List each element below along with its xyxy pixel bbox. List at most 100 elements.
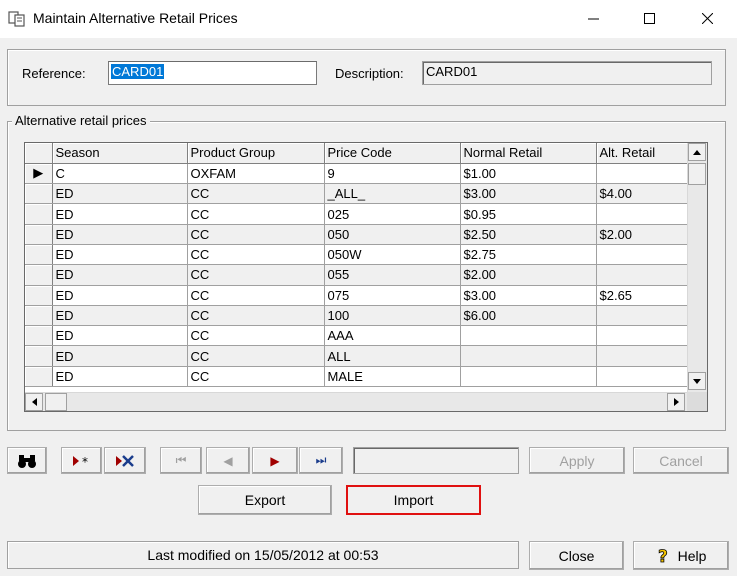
horizontal-scrollbar[interactable] [25, 392, 687, 411]
cell-alt-retail[interactable] [596, 163, 688, 185]
table-row[interactable]: ED CC 050 $2.50 $2.00 [25, 224, 688, 245]
import-button[interactable]: Import [346, 485, 481, 515]
table-row[interactable]: ED CC 100 $6.00 [25, 305, 688, 327]
table-row[interactable]: ED CC AAA [25, 325, 688, 347]
cell-season[interactable]: ED [52, 183, 188, 205]
scroll-left-button[interactable] [25, 393, 43, 411]
cell-season[interactable]: ED [52, 366, 188, 388]
row-indicator[interactable] [25, 285, 53, 306]
row-indicator[interactable] [25, 183, 53, 205]
cell-product-group[interactable]: CC [187, 285, 325, 306]
cell-alt-retail[interactable] [596, 325, 688, 347]
cell-product-group[interactable]: CC [187, 183, 325, 205]
reference-field[interactable]: CARD01 [108, 61, 317, 85]
find-button[interactable] [7, 447, 47, 474]
cell-product-group[interactable]: CC [187, 305, 325, 327]
row-indicator[interactable]: ▶ [25, 163, 53, 185]
cell-normal-retail[interactable]: $2.75 [460, 244, 597, 266]
cell-season[interactable]: ED [52, 224, 188, 245]
table-row[interactable]: ED CC 055 $2.00 [25, 264, 688, 286]
table-row[interactable]: ED CC _ALL_ $3.00 $4.00 [25, 183, 688, 205]
cell-price-code[interactable]: MALE [324, 366, 461, 388]
table-row[interactable]: ED CC ALL [25, 345, 688, 367]
cell-alt-retail[interactable]: $2.65 [596, 285, 688, 306]
table-row[interactable]: ED CC 050W $2.75 [25, 244, 688, 266]
scroll-right-button[interactable] [667, 393, 685, 411]
cell-normal-retail[interactable] [460, 345, 597, 367]
cell-product-group[interactable]: CC [187, 244, 325, 266]
cell-normal-retail[interactable]: $0.95 [460, 203, 597, 225]
help-button[interactable]: ? Help [633, 541, 729, 570]
cell-season[interactable]: ED [52, 305, 188, 327]
cell-normal-retail[interactable] [460, 366, 597, 388]
scroll-up-button[interactable] [688, 143, 706, 161]
column-header-alt-retail[interactable]: Alt. Retail [596, 143, 688, 164]
cell-price-code[interactable]: ALL [324, 345, 461, 367]
row-indicator[interactable] [25, 224, 53, 245]
table-row[interactable]: ED CC 025 $0.95 [25, 203, 688, 225]
cell-season[interactable]: C [52, 163, 188, 185]
column-header-season[interactable]: Season [52, 143, 188, 164]
cell-season[interactable]: ED [52, 203, 188, 225]
column-header-normal-retail[interactable]: Normal Retail [460, 143, 597, 164]
column-header-price-code[interactable]: Price Code [324, 143, 461, 164]
vertical-scroll-thumb[interactable] [688, 163, 706, 185]
cell-normal-retail[interactable]: $6.00 [460, 305, 597, 327]
cell-product-group[interactable]: OXFAM [187, 163, 325, 185]
cell-season[interactable]: ED [52, 285, 188, 306]
cell-normal-retail[interactable]: $3.00 [460, 285, 597, 306]
row-indicator[interactable] [25, 305, 53, 327]
cell-price-code[interactable]: AAA [324, 325, 461, 347]
previous-record-button[interactable]: ◀ [206, 447, 250, 474]
row-indicator[interactable] [25, 345, 53, 367]
table-row[interactable]: ED CC 075 $3.00 $2.65 [25, 285, 688, 306]
cell-normal-retail[interactable] [460, 325, 597, 347]
cell-normal-retail[interactable]: $2.00 [460, 264, 597, 286]
table-row[interactable]: ED CC MALE [25, 366, 688, 388]
column-header-product-group[interactable]: Product Group [187, 143, 325, 164]
next-record-button[interactable]: ▶ [252, 447, 298, 474]
cell-price-code[interactable]: 075 [324, 285, 461, 306]
cell-alt-retail[interactable]: $2.00 [596, 224, 688, 245]
cancel-button[interactable]: Cancel [633, 447, 729, 474]
row-indicator[interactable] [25, 366, 53, 388]
scroll-down-button[interactable] [688, 372, 706, 390]
cell-product-group[interactable]: CC [187, 224, 325, 245]
cell-normal-retail[interactable]: $3.00 [460, 183, 597, 205]
apply-button[interactable]: Apply [529, 447, 625, 474]
cell-season[interactable]: ED [52, 345, 188, 367]
cell-normal-retail[interactable]: $1.00 [460, 163, 597, 185]
cell-price-code[interactable]: 050W [324, 244, 461, 266]
cell-season[interactable]: ED [52, 264, 188, 286]
delete-record-button[interactable] [104, 447, 146, 474]
cell-price-code[interactable]: _ALL_ [324, 183, 461, 205]
prices-grid[interactable]: Season Product Group Price Code Normal R… [24, 142, 708, 412]
cell-alt-retail[interactable] [596, 203, 688, 225]
insert-record-button[interactable]: * [61, 447, 102, 474]
first-record-button[interactable]: ⏮ [160, 447, 202, 474]
minimize-button[interactable] [570, 0, 616, 36]
vertical-scrollbar[interactable] [687, 143, 707, 392]
cell-alt-retail[interactable] [596, 244, 688, 266]
cell-alt-retail[interactable] [596, 264, 688, 286]
row-indicator[interactable] [25, 264, 53, 286]
export-button[interactable]: Export [198, 485, 332, 515]
cell-product-group[interactable]: CC [187, 345, 325, 367]
row-indicator[interactable] [25, 203, 53, 225]
maximize-button[interactable] [626, 0, 672, 36]
cell-price-code[interactable]: 055 [324, 264, 461, 286]
close-button[interactable]: Close [529, 541, 624, 570]
cell-alt-retail[interactable] [596, 345, 688, 367]
cell-price-code[interactable]: 050 [324, 224, 461, 245]
table-row[interactable]: ▶ C OXFAM 9 $1.00 [25, 163, 688, 185]
cell-product-group[interactable]: CC [187, 325, 325, 347]
cell-alt-retail[interactable] [596, 366, 688, 388]
horizontal-scroll-thumb[interactable] [45, 393, 67, 411]
cell-alt-retail[interactable] [596, 305, 688, 327]
cell-price-code[interactable]: 100 [324, 305, 461, 327]
cell-alt-retail[interactable]: $4.00 [596, 183, 688, 205]
cell-normal-retail[interactable]: $2.50 [460, 224, 597, 245]
cell-season[interactable]: ED [52, 244, 188, 266]
cell-price-code[interactable]: 025 [324, 203, 461, 225]
cell-product-group[interactable]: CC [187, 366, 325, 388]
